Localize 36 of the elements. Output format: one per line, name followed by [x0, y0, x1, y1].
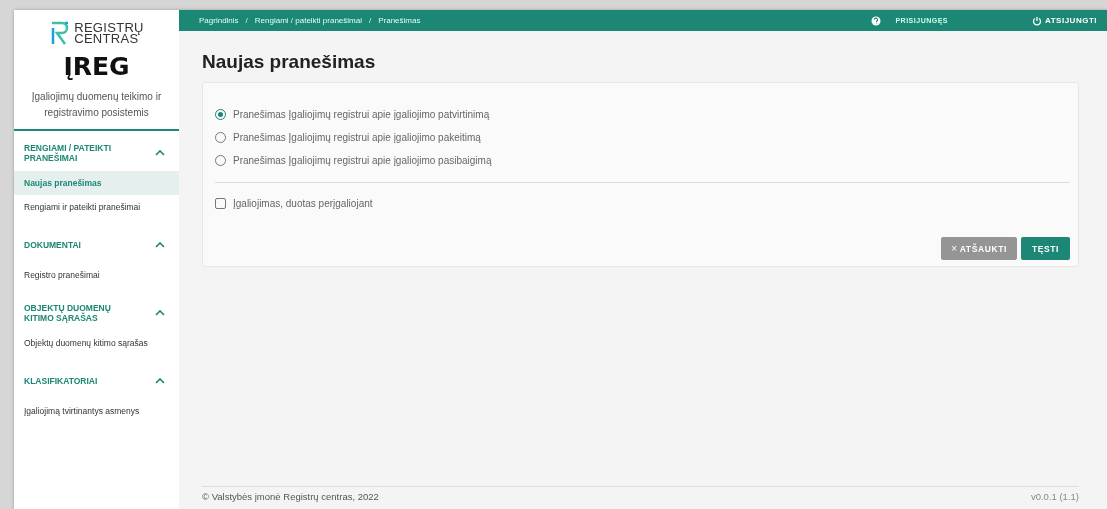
chevron-up-icon[interactable] — [155, 241, 165, 249]
breadcrumb-link[interactable]: Rengiami / pateikti pranešimai — [254, 16, 362, 25]
sidebar-item[interactable]: Rengiami ir pateikti pranešimai — [14, 195, 179, 219]
breadcrumb-separator: / — [369, 16, 372, 25]
checkbox[interactable] — [215, 198, 226, 209]
checkbox-label[interactable]: Įgaliojimas, duotas perįgaliojant — [233, 198, 373, 209]
copyright-text: © Valstybės įmonė Registrų centras, 2022 — [202, 491, 379, 504]
sidebar-item[interactable]: Objektų duomenų kitimo sąrašas — [14, 331, 179, 355]
breadcrumb-link[interactable]: Pagrindinis — [199, 16, 239, 25]
radio-label[interactable]: Pranešimas Įgaliojimų registrui apie įgaliojimo pasibaigimą — [233, 155, 492, 166]
section-title[interactable]: OBJEKTŲ DUOMENŲ KITIMO SĄRAŠAS — [24, 303, 134, 323]
section-title[interactable]: DOKUMENTAI — [24, 240, 134, 250]
sidebar-item[interactable]: Naujas pranešimas — [14, 171, 179, 195]
app-subtitle: Įgaliojimų duomenų teikimo ir registravimo posistemis — [30, 90, 163, 120]
chevron-up-icon[interactable] — [155, 309, 165, 317]
power-icon — [1032, 15, 1043, 26]
close-icon: × — [951, 243, 958, 254]
cancel-button[interactable]: × ATŠAUKTI — [941, 237, 1017, 260]
breadcrumb-separator: / — [245, 16, 248, 25]
breadcrumb-link[interactable]: Pranešimas — [378, 16, 421, 25]
page-title: Naujas pranešimas — [202, 51, 377, 73]
radio-label[interactable]: Pranešimas Įgaliojimų registrui apie įgaliojimo patvirtinimą — [233, 109, 490, 120]
radio-label[interactable]: Pranešimas Įgaliojimų registrui apie įgaliojimo pakeitimą — [233, 132, 481, 143]
logo-text: REGISTRŲ — [74, 22, 144, 33]
section-title[interactable]: RENGIAMI / PATEIKTI PRANEŠIMAI — [24, 143, 134, 163]
chevron-up-icon[interactable] — [155, 377, 165, 385]
help-icon[interactable] — [871, 15, 882, 26]
sidebar-item[interactable]: Registro pranešimai — [14, 263, 179, 287]
chevron-up-icon[interactable] — [155, 149, 165, 157]
sidebar-item[interactable]: Įgaliojimą tvirtinantys asmenys — [14, 399, 179, 423]
app-title: ĮREG — [63, 52, 130, 81]
section-title[interactable]: KLASIFIKATORIAI — [24, 376, 134, 386]
logo-text: CENTRAS — [74, 33, 139, 44]
version-text: v0.0.1 (1.1) — [1030, 491, 1079, 504]
continue-button[interactable]: TĘSTI — [1020, 237, 1070, 260]
logout-button[interactable]: ATSIJUNGTI — [1032, 15, 1097, 26]
